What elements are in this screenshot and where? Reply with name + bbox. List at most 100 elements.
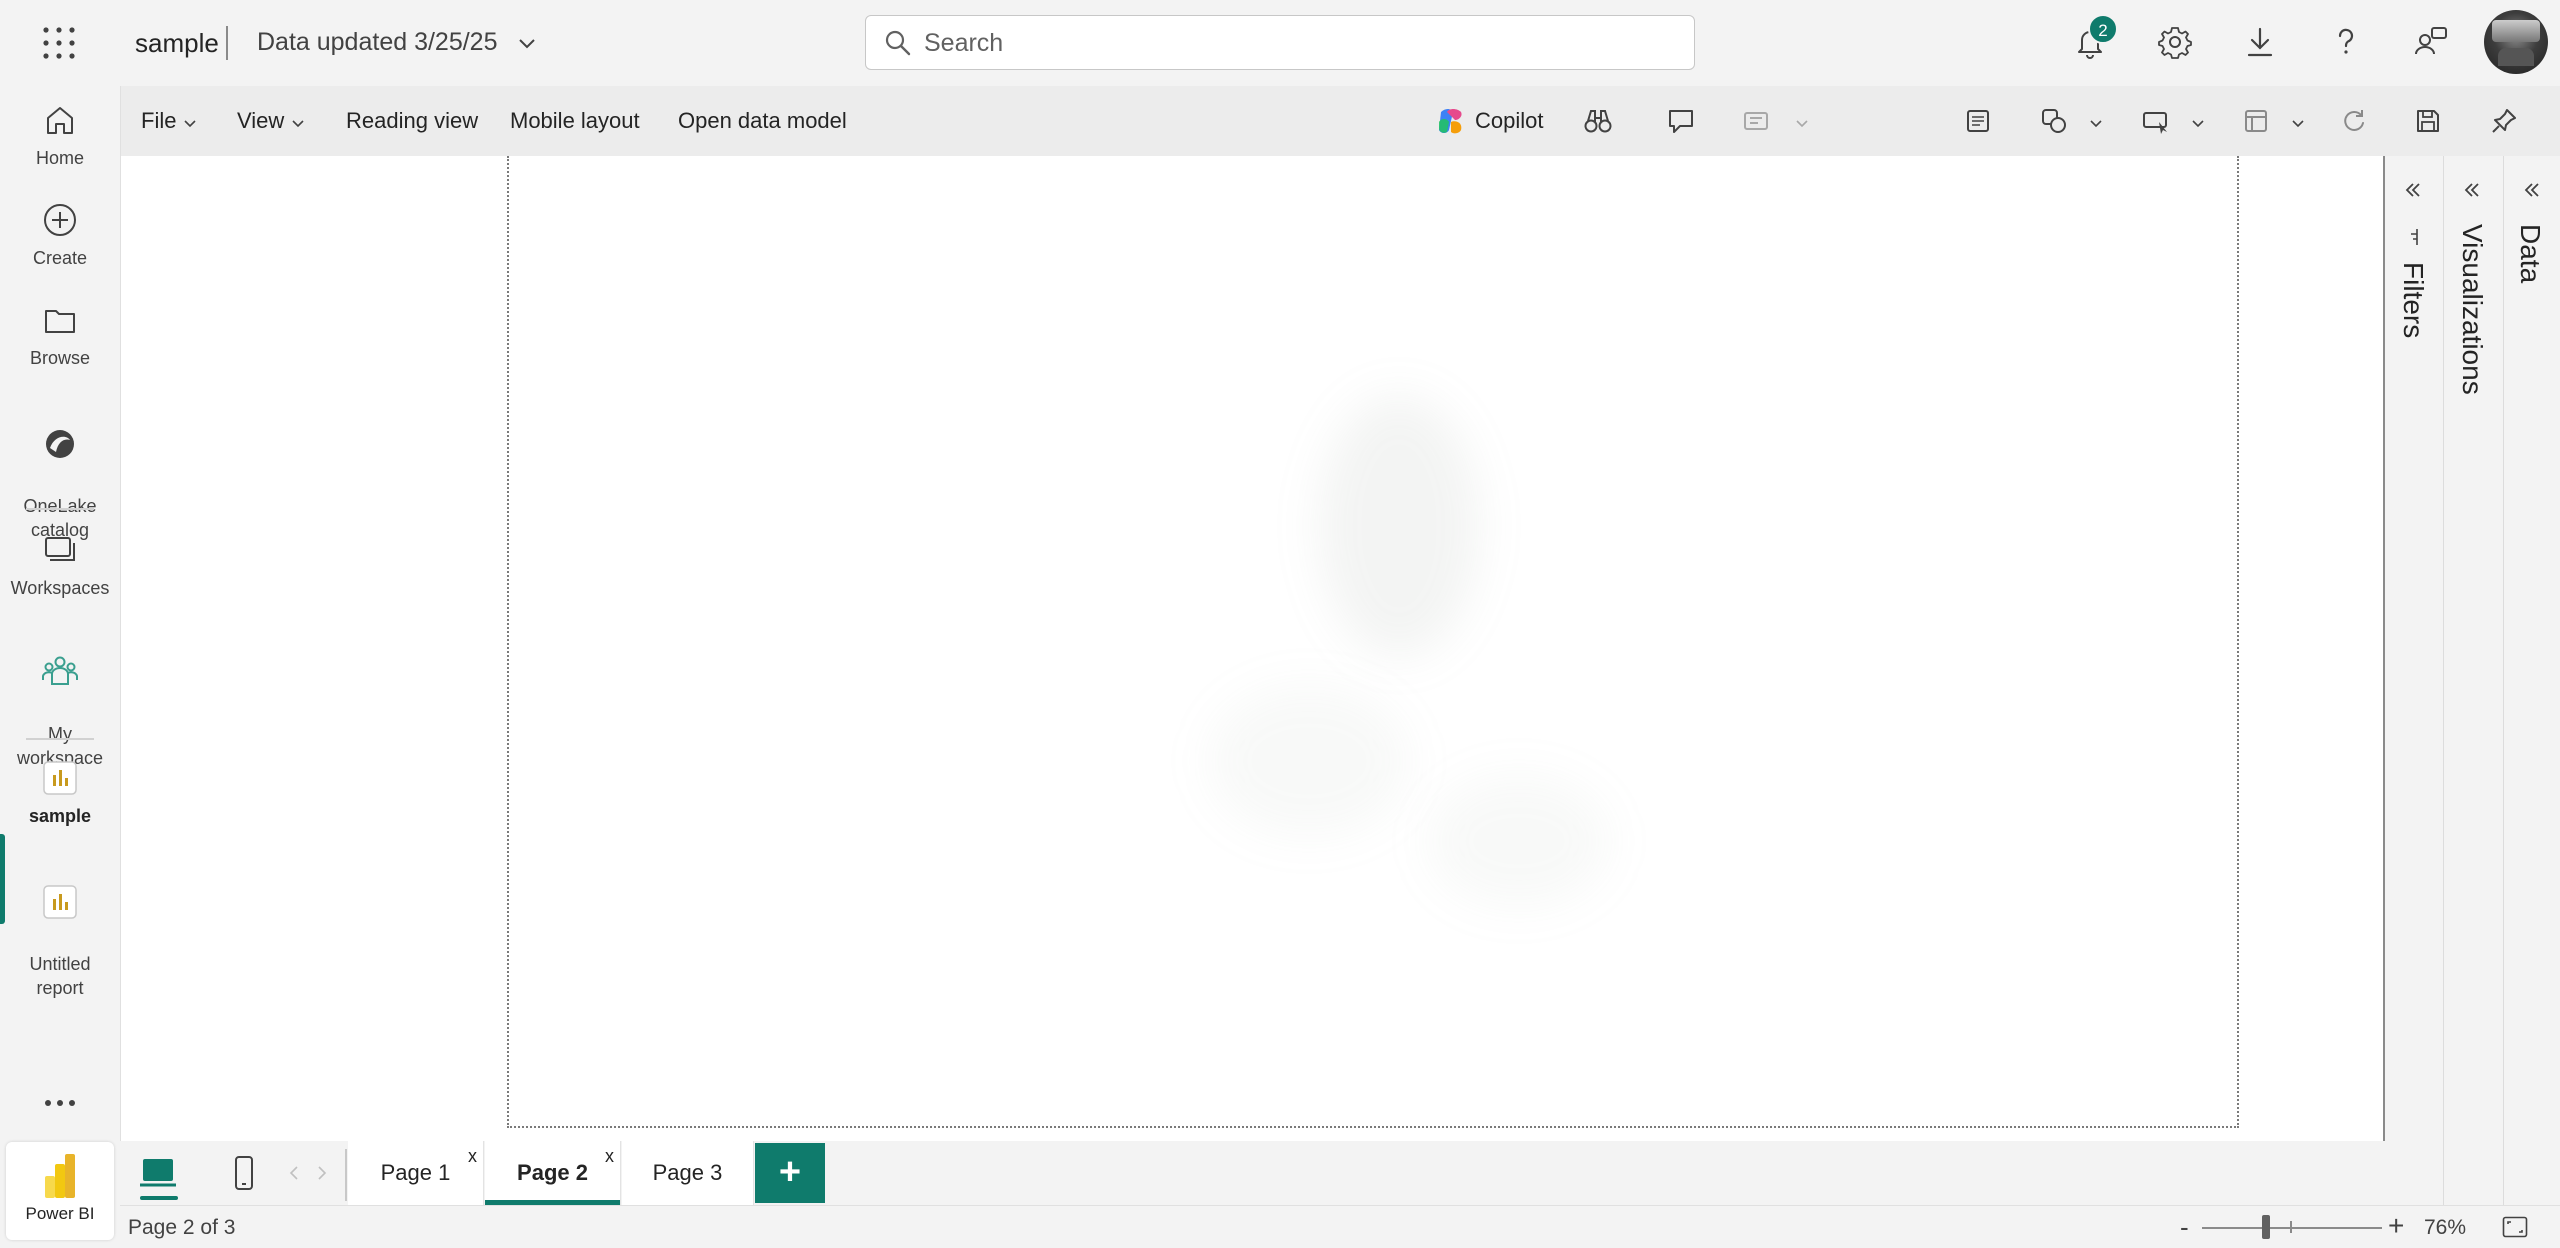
data-updated-label[interactable]: Data updated 3/25/25 [257, 28, 497, 57]
page-tab-label: Page 3 [652, 1160, 723, 1185]
filters-pane-label[interactable]: Filters [2397, 262, 2429, 338]
product-switcher[interactable]: Power BI [6, 1142, 114, 1240]
text-icon[interactable] [1963, 106, 1993, 136]
page-tab-label: Page 2 [517, 1160, 588, 1185]
avatar[interactable] [2484, 10, 2548, 74]
app-launcher-icon[interactable] [42, 26, 76, 60]
chevron-down-icon[interactable] [2191, 116, 2205, 130]
chevron-down-icon[interactable] [2291, 116, 2305, 130]
ribbon-toolbar: File View Reading view Mobile layout Ope… [120, 86, 2560, 156]
page-tab-3[interactable]: Page 3 [622, 1141, 754, 1205]
report-icon [43, 885, 77, 919]
desktop-view-icon[interactable] [138, 1153, 178, 1193]
chevron-double-left-icon[interactable] [2522, 180, 2542, 200]
report-icon [43, 761, 77, 795]
nav-item-untitled-report[interactable]: Untitled report [0, 858, 120, 1024]
reading-view-button[interactable]: Reading view [346, 108, 478, 134]
binoculars-icon[interactable] [1583, 106, 1613, 136]
chevron-double-left-icon[interactable] [2462, 180, 2482, 200]
chevron-down-icon[interactable] [291, 116, 305, 130]
onelake-icon [46, 430, 74, 458]
more-icon[interactable] [40, 1096, 80, 1110]
zoom-slider-thumb[interactable] [2262, 1215, 2270, 1239]
desktop-view-indicator [140, 1196, 178, 1200]
product-label: Power BI [25, 1204, 95, 1223]
chevron-down-icon[interactable] [183, 116, 197, 130]
nav-item-label: Workspaces [10, 578, 110, 598]
page-tab-label: Page 1 [380, 1160, 451, 1185]
chevron-double-left-icon[interactable] [2403, 180, 2423, 200]
copilot-icon[interactable] [1435, 106, 1465, 136]
search-input[interactable] [924, 26, 1664, 60]
nav-separator [26, 738, 94, 740]
left-navigation: Home Create Browse OneLake catalog Works… [0, 86, 120, 1248]
pin-icon[interactable] [2489, 106, 2519, 136]
visualizations-pane[interactable]: Visualizations [2443, 156, 2503, 1206]
zoom-in-button[interactable]: + [2388, 1210, 2404, 1242]
mobile-view-icon[interactable] [224, 1153, 264, 1193]
zoom-level[interactable]: 76% [2424, 1216, 2466, 1240]
nav-item-browse[interactable]: Browse [0, 300, 120, 370]
chevron-down-icon[interactable] [516, 32, 538, 54]
nav-item-label: Browse [29, 348, 91, 368]
folder-icon [45, 310, 75, 333]
download-icon[interactable] [2240, 22, 2280, 62]
nav-item-sample[interactable]: sample [0, 758, 120, 828]
nav-item-create[interactable]: Create [0, 200, 120, 270]
copilot-button[interactable]: Copilot [1475, 108, 1543, 134]
shapes-icon[interactable] [2039, 106, 2069, 136]
status-bar: Page 2 of 3 - + 76% [120, 1205, 2560, 1248]
chevron-right-icon[interactable] [316, 1165, 328, 1181]
chevron-down-icon[interactable] [2089, 116, 2103, 130]
faded-shape [1429, 776, 1609, 906]
page-tab-2[interactable]: Page 2 x [485, 1141, 621, 1205]
nav-item-label: sample [28, 806, 92, 826]
nav-item-workspaces[interactable]: Workspaces [0, 530, 120, 600]
nav-item-label: Create [32, 248, 88, 268]
plus-circle-icon [44, 204, 76, 236]
report-page-canvas[interactable] [507, 156, 2239, 1128]
tabs-separator [345, 1149, 347, 1201]
save-icon[interactable] [2413, 106, 2443, 136]
report-workspace [120, 156, 2384, 1141]
data-pane-label[interactable]: Data [2514, 224, 2546, 283]
search-icon [885, 30, 911, 56]
help-icon[interactable] [2326, 22, 2366, 62]
people-icon [42, 656, 78, 685]
page-tabs-bar: Page 1 x Page 2 x Page 3 + [120, 1141, 2440, 1205]
share-feedback-icon[interactable] [2411, 22, 2451, 62]
power-bi-logo-icon [45, 1154, 75, 1198]
text-box-icon[interactable] [1741, 106, 1771, 136]
file-menu[interactable]: File [141, 108, 176, 134]
close-tab-button[interactable]: x [468, 1147, 477, 1165]
gear-icon[interactable] [2155, 22, 2195, 62]
view-menu[interactable]: View [237, 108, 284, 134]
page-tab-1[interactable]: Page 1 x [348, 1141, 484, 1205]
refresh-icon[interactable] [2339, 106, 2369, 136]
filters-pane[interactable]: Filters [2385, 156, 2443, 1206]
add-page-button[interactable]: + [755, 1143, 825, 1203]
visualizations-pane-label[interactable]: Visualizations [2456, 224, 2488, 395]
mobile-layout-button[interactable]: Mobile layout [510, 108, 640, 134]
nav-separator [26, 508, 94, 510]
comment-icon[interactable] [1666, 106, 1696, 136]
chevron-left-icon[interactable] [288, 1165, 300, 1181]
search-box[interactable] [865, 15, 1695, 70]
elements-icon[interactable] [2241, 106, 2271, 136]
report-name[interactable]: sample [135, 28, 219, 59]
close-tab-button[interactable]: x [605, 1147, 614, 1165]
buttons-icon[interactable] [2141, 106, 2171, 136]
page-status: Page 2 of 3 [128, 1216, 236, 1239]
chevron-down-icon[interactable] [1795, 116, 1809, 130]
top-header: sample Data updated 3/25/25 2 [0, 0, 2560, 86]
home-icon [47, 107, 73, 134]
zoom-out-button[interactable]: - [2180, 1212, 2189, 1243]
nav-item-label: Home [35, 148, 84, 168]
faded-shape [1319, 396, 1479, 656]
zoom-slider-track[interactable] [2202, 1227, 2382, 1229]
data-pane[interactable]: Data [2503, 156, 2560, 1206]
fit-to-page-icon[interactable] [2502, 1216, 2528, 1238]
nav-item-home[interactable]: Home [0, 100, 120, 170]
open-data-model-button[interactable]: Open data model [678, 108, 847, 134]
faded-shape [1209, 686, 1409, 836]
